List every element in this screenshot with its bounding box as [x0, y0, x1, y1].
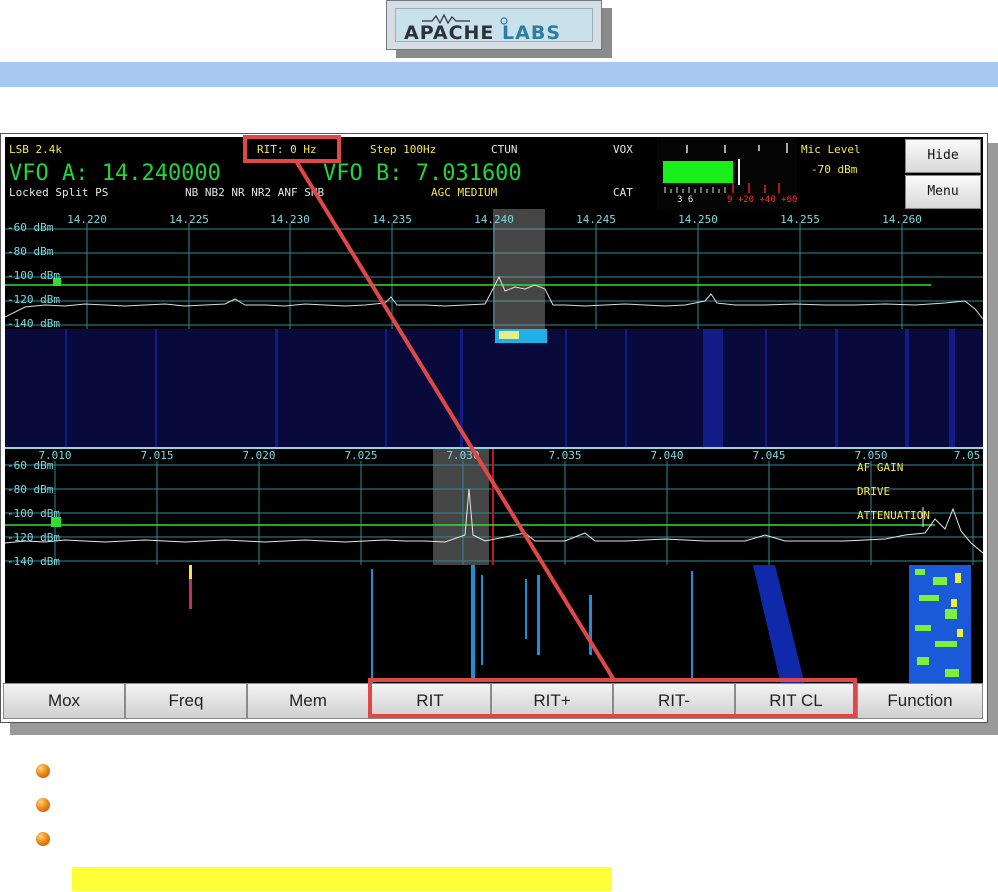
- bullet-icon: [36, 764, 50, 778]
- highlighted-text-bar: [72, 867, 612, 891]
- bullet-icon: [36, 798, 50, 812]
- callout-connector: [294, 159, 616, 682]
- bullet-icon: [36, 832, 50, 846]
